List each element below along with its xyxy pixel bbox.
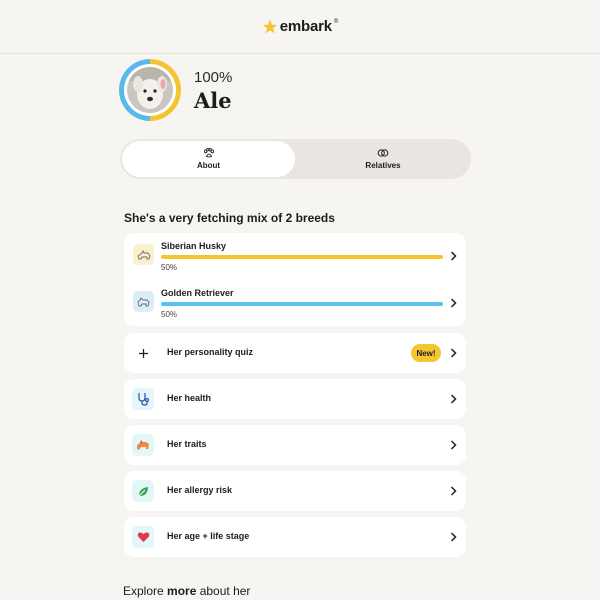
leaf-icon [132, 480, 154, 502]
tab-about-label: About [196, 161, 221, 170]
chevron-right-icon [450, 532, 457, 542]
chevron-right-icon [450, 440, 457, 450]
breed-bar [161, 255, 443, 259]
star-logo-icon [262, 19, 277, 33]
breed-row-golden-retriever[interactable]: Golden Retriever 50% [124, 280, 466, 326]
chevron-right-icon [450, 486, 457, 496]
row-label: Her age + life stage [167, 531, 250, 541]
row-label: Her traits [167, 439, 207, 449]
breed-percent-label: 50% [161, 310, 178, 319]
tab-relatives[interactable]: Relatives [297, 141, 469, 177]
dog-avatar[interactable] [127, 67, 173, 113]
profile-tabs: About Relatives [120, 139, 471, 179]
explore-bold: more [167, 584, 197, 598]
stethoscope-icon [132, 388, 154, 410]
heart-icon [132, 526, 154, 548]
row-label: Her allergy risk [167, 485, 233, 495]
chevron-right-icon [450, 298, 457, 308]
chevron-right-icon [450, 251, 457, 261]
personality-quiz-card[interactable]: Her personality quiz New! [124, 333, 466, 373]
rings-icon [377, 149, 389, 157]
dog-profile: 100% Ale [119, 59, 232, 121]
retriever-icon [133, 291, 154, 312]
tab-about[interactable]: About [122, 141, 295, 177]
paw-icon [203, 148, 214, 158]
breed-ring [119, 59, 181, 121]
allergy-risk-card[interactable]: Her allergy risk [124, 471, 466, 511]
new-badge: New! [411, 344, 441, 362]
embark-logo[interactable]: embark ® [262, 18, 339, 35]
explore-prefix: Explore [123, 584, 168, 598]
breed-row-siberian-husky[interactable]: Siberian Husky 50% [124, 233, 466, 279]
traits-card[interactable]: Her traits [124, 425, 466, 465]
explore-heading: Explore more about her [123, 584, 250, 598]
breed-bar [161, 302, 443, 306]
breed-percent: 100% [194, 69, 233, 86]
dog-photo-icon [127, 67, 173, 113]
breeds-section-title: She's a very fetching mix of 2 breeds [124, 211, 335, 225]
explore-suffix: about her [196, 584, 251, 598]
logo-trademark: ® [333, 18, 339, 25]
dog-name: Ale [194, 88, 232, 113]
breed-percent-label: 50% [161, 263, 178, 272]
breed-bar-fill [161, 255, 443, 259]
husky-icon [133, 244, 154, 265]
chevron-right-icon [450, 394, 457, 404]
chevron-right-icon [450, 348, 457, 358]
breed-name: Siberian Husky [161, 241, 227, 251]
logo-text: embark [279, 18, 332, 35]
row-label: Her personality quiz [167, 347, 254, 357]
dog-run-icon [132, 434, 154, 456]
top-bar: embark ® [0, 0, 600, 54]
breeds-card: Siberian Husky 50% Golden Retriever 50% [124, 233, 466, 326]
health-card[interactable]: Her health [124, 379, 466, 419]
row-label: Her health [167, 393, 212, 403]
breed-bar-fill [161, 302, 443, 306]
plus-icon [132, 342, 154, 364]
age-life-stage-card[interactable]: Her age + life stage [124, 517, 466, 557]
tab-relatives-label: Relatives [365, 161, 401, 170]
breed-name: Golden Retriever [161, 288, 234, 298]
